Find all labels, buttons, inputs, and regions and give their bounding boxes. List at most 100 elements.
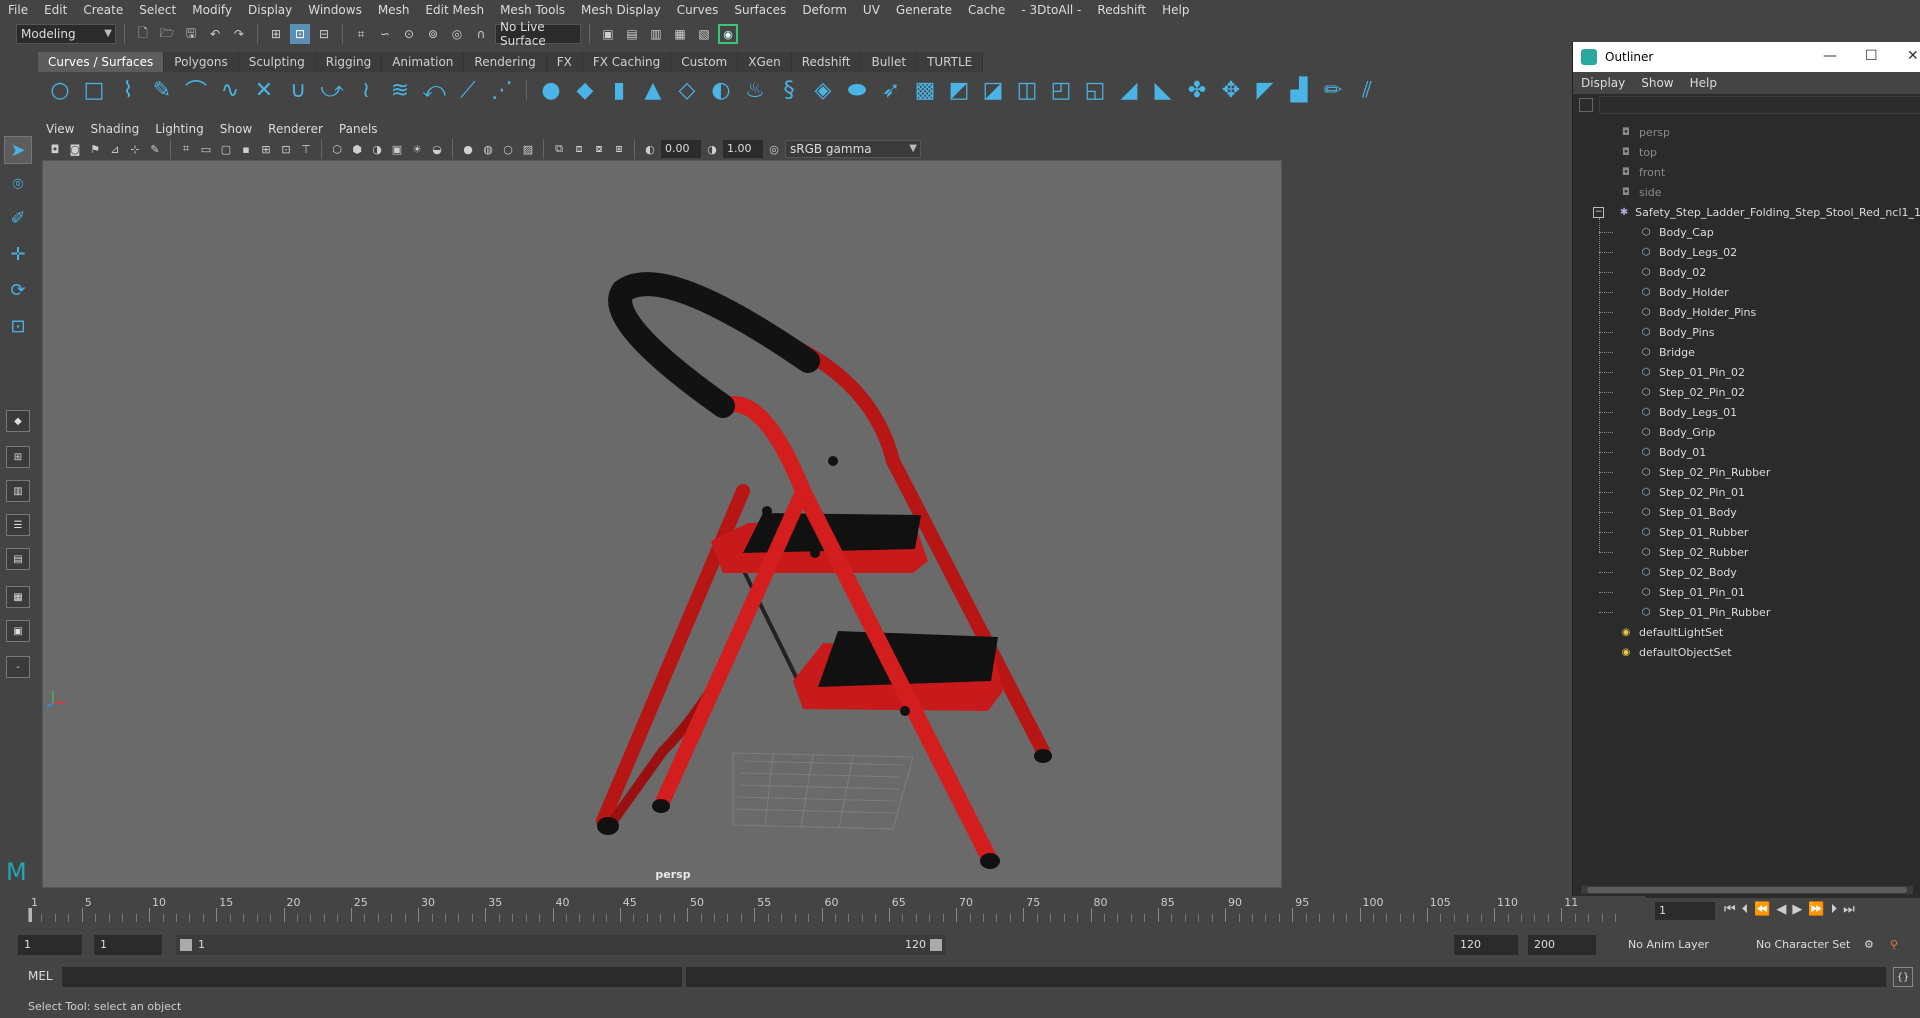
nurbs-sphere-icon[interactable]: ●	[537, 76, 565, 104]
attach-surface-icon[interactable]: ◣	[1149, 76, 1177, 104]
outliner-item-mesh[interactable]: ⬡ Body_Holder_Pins	[1573, 302, 1920, 322]
menu-help[interactable]: Help	[1154, 0, 1197, 20]
range-slider[interactable]: 1 120	[176, 935, 946, 955]
outliner-item-mesh[interactable]: ⬡ Body_Legs_02	[1573, 242, 1920, 262]
outliner-item-mesh[interactable]: ⬡ Step_02_Pin_02	[1573, 382, 1920, 402]
revolve-icon[interactable]: ♨	[741, 76, 769, 104]
use-all-lights-icon[interactable]: ☀	[408, 140, 426, 158]
character-set-select[interactable]: No Character Set	[1750, 935, 1860, 955]
2d-pan-zoom-icon[interactable]: ⊹	[126, 140, 144, 158]
step-back-frame-icon[interactable]: ⏴	[1742, 902, 1749, 917]
outliner-search-input[interactable]	[1599, 96, 1920, 114]
nurbs-cone-icon[interactable]: ▲	[639, 76, 667, 104]
film-gate-icon[interactable]: ▭	[197, 140, 215, 158]
smooth-shade-icon[interactable]: ⬢	[348, 140, 366, 158]
outliner-item-mesh[interactable]: ⬡ Bridge	[1573, 342, 1920, 362]
animation-end-field[interactable]: 200	[1528, 935, 1596, 955]
outliner-item-mesh[interactable]: ⬡ Body_Legs_01	[1573, 402, 1920, 422]
outliner-item-side[interactable]: ◘ side	[1573, 182, 1920, 202]
nurbs-square-icon[interactable]: □	[80, 76, 108, 104]
menu-uv[interactable]: UV	[855, 0, 888, 20]
field-chart-icon[interactable]: ⊞	[257, 140, 275, 158]
exposure-field[interactable]: 0.00	[661, 140, 701, 158]
boundary-icon[interactable]: ▩	[911, 76, 939, 104]
curve-offset-icon[interactable]: ≋	[386, 76, 414, 104]
menu-mesh-tools[interactable]: Mesh Tools	[492, 0, 573, 20]
outliner-menu-show[interactable]: Show	[1633, 76, 1681, 90]
curve-extend-icon[interactable]: ⟋	[454, 76, 482, 104]
safe-action-icon[interactable]: ⊡	[277, 140, 295, 158]
single-view-layout-icon[interactable]: ◆	[6, 410, 30, 432]
move-tool-icon[interactable]: ✛	[4, 240, 32, 268]
auto-key-icon[interactable]: ⚲	[1888, 935, 1908, 955]
menu-cache[interactable]: Cache	[960, 0, 1013, 20]
grid-icon[interactable]: ⌗	[177, 140, 195, 158]
gate-mask-icon[interactable]: ▪	[237, 140, 255, 158]
open-scene-icon[interactable]: 🗁	[157, 24, 177, 44]
isolate-select-icon[interactable]: ⧉	[550, 140, 568, 158]
time-slider[interactable]: 1 5 10 15 20 25 30 35 40 45 50 55 60 65 70 75 80 85 90 95 10…	[20, 896, 1645, 922]
menu-3dtoall[interactable]: - 3DtoAll -	[1013, 0, 1089, 20]
outliner-item-default-light-set[interactable]: ◉ defaultLightSet	[1573, 622, 1920, 642]
curve-insert-knot-icon[interactable]: ⋰	[488, 76, 516, 104]
wireframe-icon[interactable]: ⬡	[328, 140, 346, 158]
exposure-icon[interactable]: ◐	[641, 140, 659, 158]
maximize-icon[interactable]: ☐	[1865, 48, 1878, 64]
outliner-item-top[interactable]: ◘ top	[1573, 142, 1920, 162]
redo-icon[interactable]: ↷	[229, 24, 249, 44]
magnet-icon[interactable]: ∩	[471, 24, 491, 44]
panel-menu-lighting[interactable]: Lighting	[147, 122, 212, 136]
two-view-layout-icon[interactable]: ▥	[6, 480, 30, 502]
filter-icon[interactable]	[1579, 98, 1593, 112]
tab-rigging[interactable]: Rigging	[315, 52, 383, 72]
extrude-icon[interactable]: ⬬	[843, 76, 871, 104]
select-component-icon[interactable]: ⊟	[314, 24, 334, 44]
menu-surfaces[interactable]: Surfaces	[726, 0, 794, 20]
menu-mesh[interactable]: Mesh	[370, 0, 418, 20]
save-scene-icon[interactable]: 🖫	[181, 24, 201, 44]
panel-menu-panels[interactable]: Panels	[331, 122, 386, 136]
nurbs-circle-icon[interactable]: ○	[46, 76, 74, 104]
outliner-item-mesh[interactable]: ⬡ Body_02	[1573, 262, 1920, 282]
snap-surface-icon[interactable]: ◎	[447, 24, 467, 44]
wireframe-on-shaded-icon[interactable]: ◑	[368, 140, 386, 158]
playback-end-field[interactable]: 120	[1454, 935, 1518, 955]
color-management-icon[interactable]: ◎	[765, 140, 783, 158]
tab-xgen[interactable]: XGen	[738, 52, 792, 72]
outliner-item-mesh[interactable]: ⬡ Step_01_Pin_01	[1573, 582, 1920, 602]
tab-polygons[interactable]: Polygons	[164, 52, 239, 72]
nurbs-torus-icon[interactable]: ◐	[707, 76, 735, 104]
render-current-icon[interactable]: ▣	[598, 24, 618, 44]
more-layouts-icon[interactable]: -	[6, 656, 30, 678]
image-plane-icon[interactable]: ⊿	[106, 140, 124, 158]
select-object-icon[interactable]: ⊡	[290, 24, 310, 44]
outliner-item-mesh[interactable]: ⬡ Step_01_Pin_Rubber	[1573, 602, 1920, 622]
sculpt-icon[interactable]: ✏	[1319, 76, 1347, 104]
menu-select[interactable]: Select	[131, 0, 184, 20]
outliner-item-mesh[interactable]: ⬡ Body_Grip	[1573, 422, 1920, 442]
select-hierarchy-icon[interactable]: ⊞	[266, 24, 286, 44]
tab-fx[interactable]: FX	[546, 52, 583, 72]
nurbs-cylinder-icon[interactable]: ▮	[605, 76, 633, 104]
outliner-item-mesh[interactable]: ⬡ Body_Pins	[1573, 322, 1920, 342]
panel-menu-renderer[interactable]: Renderer	[260, 122, 331, 136]
menu-create[interactable]: Create	[75, 0, 131, 20]
nurbs-cube-icon[interactable]: ◆	[571, 76, 599, 104]
outliner-item-mesh[interactable]: ⬡ Body_Holder	[1573, 282, 1920, 302]
trim-icon[interactable]: ◰	[1047, 76, 1075, 104]
outliner-menu-display[interactable]: Display	[1573, 76, 1633, 90]
panel-menu-show[interactable]: Show	[212, 122, 260, 136]
tab-fx-caching[interactable]: FX Caching	[582, 52, 672, 72]
camera-icon[interactable]: ◘	[46, 140, 64, 158]
menu-generate[interactable]: Generate	[888, 0, 960, 20]
snap-point-icon[interactable]: ⊙	[399, 24, 419, 44]
outliner-layout-icon[interactable]: ☰	[6, 514, 30, 536]
menu-mesh-display[interactable]: Mesh Display	[573, 0, 669, 20]
curve-reverse-icon[interactable]: ⤺	[420, 76, 448, 104]
tab-custom[interactable]: Custom	[671, 52, 739, 72]
birail-icon[interactable]: ➶	[877, 76, 905, 104]
motion-blur-icon[interactable]: ◍	[479, 140, 497, 158]
menu-file[interactable]: File	[0, 0, 36, 20]
new-scene-icon[interactable]: 🗋	[133, 24, 153, 44]
outliner-item-mesh[interactable]: ⬡ Step_02_Pin_Rubber	[1573, 462, 1920, 482]
